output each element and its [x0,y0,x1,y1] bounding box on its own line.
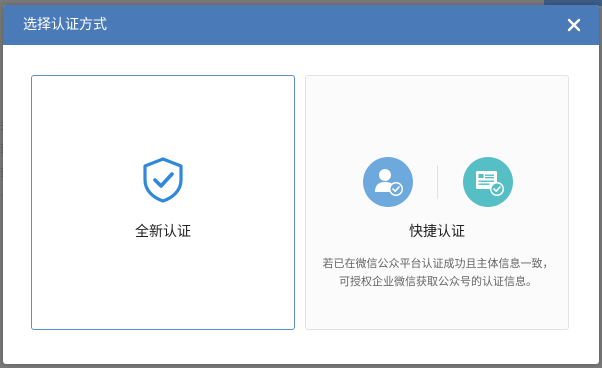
dialog-header: 选择认证方式 [3,5,599,45]
quick-certification-card[interactable]: 快捷认证 若已在微信公众平台认证成功且主体信息一致，可授权企业微信获取公众号的认… [305,75,569,330]
close-icon [567,18,581,32]
quick-certification-title: 快捷认证 [409,224,465,240]
icon-divider [437,165,438,199]
person-check-icon [363,157,413,207]
dialog-title: 选择认证方式 [23,17,107,33]
close-button[interactable] [565,16,583,34]
quick-certification-description: 若已在微信公众平台认证成功且主体信息一致，可授权企业微信获取公众号的认证信息。 [322,257,554,288]
document-check-icon [463,157,513,207]
shield-check-icon [143,157,183,203]
new-certification-card[interactable]: 全新认证 [31,75,295,330]
new-certification-title: 全新认证 [135,224,191,240]
auth-method-dialog: 选择认证方式 全新认证 快捷认证 若已在微信公众平台认证成功且主体信息一致，可授… [3,5,599,364]
